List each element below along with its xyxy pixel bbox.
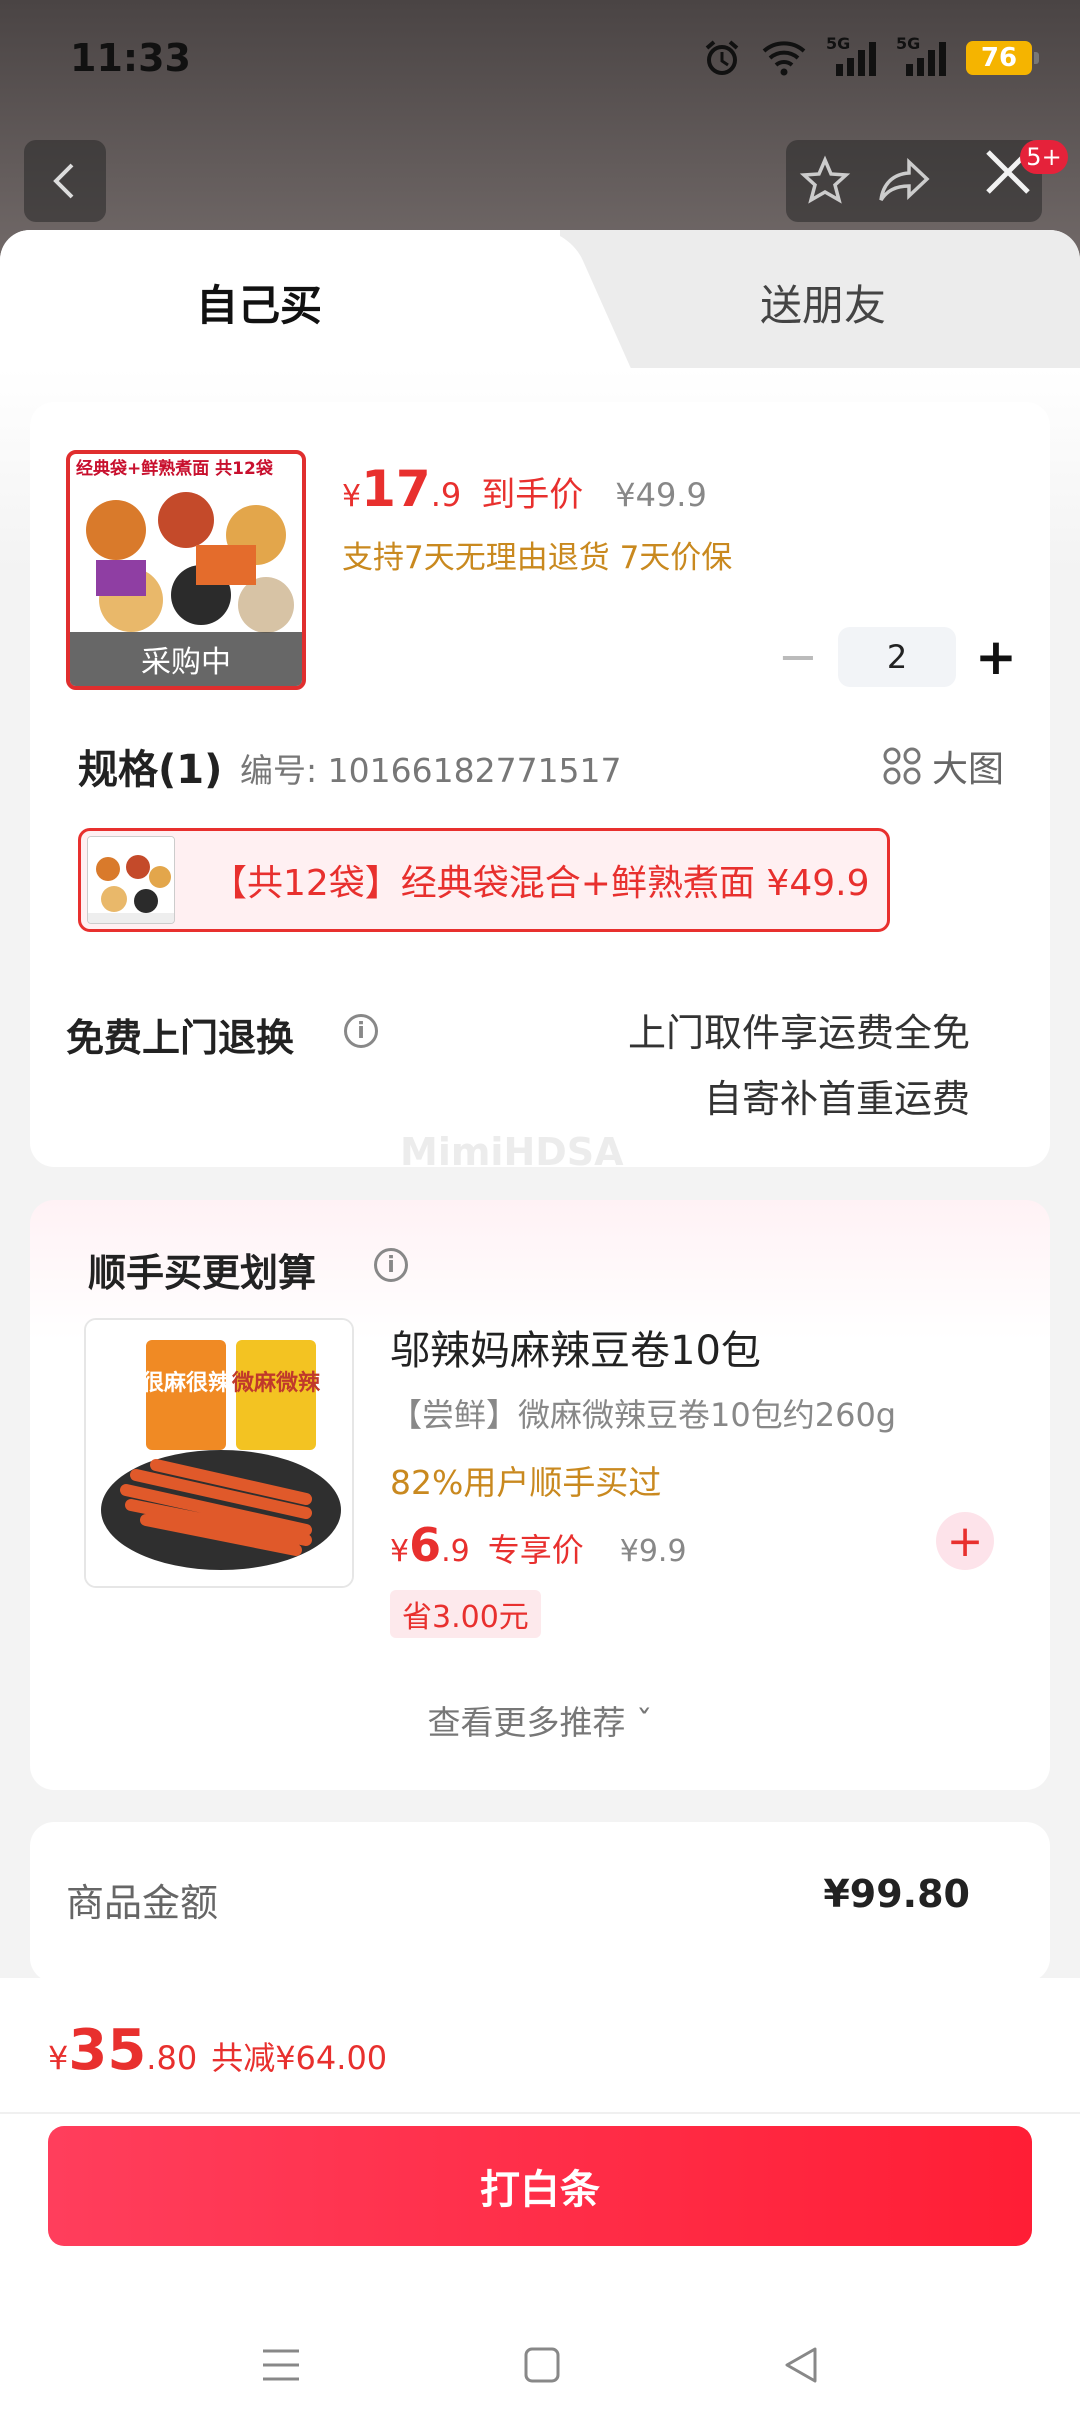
network-label-2: 5G [896,34,921,53]
info-icon[interactable]: i [344,1014,378,1048]
status-time: 11:33 [70,36,191,80]
addon-desc: 【尝鲜】微麻微辣豆卷10包约260g [390,1396,897,1434]
goods-amount-value: ¥99.80 [823,1872,970,1916]
addon-title: 顺手买更划算 [88,1251,317,1295]
quantity-value[interactable]: 2 [838,627,956,687]
addon-price-decimal: .9 [441,1534,470,1569]
tab-bar: 自己买 送朋友 [0,230,1080,368]
price-row: ¥17.9 到手价 ¥49.9 [342,460,707,518]
star-icon[interactable] [799,155,851,207]
spec-code: 编号: 10166182771517 [240,751,622,790]
tofu-roll-image: 很麻很辣 微麻微辣 [86,1320,352,1586]
divider [0,2112,1080,2114]
total-decimal: .80 [146,2039,198,2077]
addon-package-label-1: 很麻很辣 [142,1370,231,1396]
status-icons: 5G 5G 76 [702,34,1039,78]
addon-price-symbol: ¥ [390,1534,410,1569]
wifi-icon [762,41,806,76]
price-symbol: ¥ [342,479,362,514]
spec-title: 规格(1) [78,747,223,793]
addon-price-row: ¥6.9 专享价 ¥9.9 [390,1518,687,1572]
addon-package-label-2: 微麻微辣 [231,1370,321,1396]
signal-1-icon: 5G [826,34,878,78]
product-image-header: 经典袋+鲜熟煮面 共12袋 [76,459,273,479]
network-label-1: 5G [826,34,851,53]
total-discount: 共减¥64.00 [211,2039,388,2077]
grid-icon [883,747,921,785]
addon-original-price: ¥9.9 [619,1534,687,1569]
free-return-title: 免费上门退换 [66,1016,295,1060]
spec-option-chip[interactable]: 【共12袋】经典袋混合+鲜熟煮面 ¥49.9 [78,828,890,932]
plus-icon: + [946,1515,984,1567]
plus-icon[interactable]: + [968,628,1024,686]
spec-thumbnail [87,836,175,924]
more-recommendations-link[interactable]: 查看更多推荐 ˇ [30,1696,1050,1744]
bottom-bar: ¥ 35 .80 共减¥64.00 打白条 [0,1978,1080,2412]
tab-buy-for-self[interactable]: 自己买 [196,272,322,333]
alarm-icon [705,40,739,75]
notification-badge: 5+ [1020,140,1068,174]
addon-price-integer: 6 [409,1518,442,1572]
system-nav-bar [0,2318,1080,2412]
addon-name[interactable]: 邬辣妈麻辣豆卷10包 [390,1318,761,1376]
back-button[interactable] [24,140,106,222]
signal-2-icon: 5G [896,34,948,78]
pay-button[interactable]: 打白条 [48,2126,1032,2246]
share-icon[interactable] [877,158,931,204]
battery-indicator: 76 [966,41,1039,75]
total-symbol: ¥ [48,2039,69,2077]
spec-option-text: 【共12袋】经典袋混合+鲜熟煮面 ¥49.9 [211,863,870,904]
status-bar: 11:33 5G 5G 76 [0,0,1080,120]
minus-icon[interactable]: − [770,629,826,685]
product-image[interactable]: 经典袋+鲜熟煮面 共12袋 采购中 [66,450,306,690]
big-view-label: 大图 [931,749,1004,790]
price-tag: 到手价 [481,475,584,515]
price-decimal: .9 [430,476,462,514]
addon-card: 顺手买更划算 i 很麻很辣 微麻微辣 邬辣妈麻辣豆卷10包 【尝鲜】微麻微辣豆卷… [30,1200,1050,1790]
addon-bought-pct: 82%用户顺手买过 [390,1463,662,1502]
total-integer: 35 [68,2018,147,2083]
return-promise: 支持7天无理由退货 7天价保 [342,540,733,576]
watermark: MimiHDSA [400,1130,624,1174]
back-icon [53,163,74,199]
back-nav-icon[interactable] [781,2345,821,2385]
return-line-2: 自寄补首重运费 [703,1077,970,1121]
menu-icon[interactable] [259,2345,303,2385]
addon-price-tag: 专享价 [487,1531,584,1569]
return-line-1: 上门取件享运费全免 [627,1011,970,1055]
home-icon[interactable] [522,2345,562,2385]
original-price: ¥49.9 [615,476,707,514]
goods-amount-label: 商品金额 [66,1881,219,1925]
add-addon-button[interactable]: + [936,1512,994,1570]
save-badge: 省3.00元 [390,1590,541,1638]
quantity-stepper: − 2 + [770,627,1024,687]
product-card: 经典袋+鲜熟煮面 共12袋 采购中 ¥17.9 到手价 ¥49.9 支持7天无理… [30,402,1050,1167]
total-price: ¥ 35 .80 共减¥64.00 [48,2018,387,2083]
noodle-bowls-image [76,490,298,640]
image-overlay-status: 采购中 [70,632,302,686]
addon-info-icon[interactable]: i [374,1248,408,1282]
tab-gift-friend[interactable]: 送朋友 [760,272,886,333]
big-view-button[interactable]: 大图 [882,740,1004,792]
summary-card: 商品金额 ¥99.80 [30,1822,1050,1982]
price-integer: 17 [361,460,431,518]
addon-product-image[interactable]: 很麻很辣 微麻微辣 [84,1318,354,1588]
